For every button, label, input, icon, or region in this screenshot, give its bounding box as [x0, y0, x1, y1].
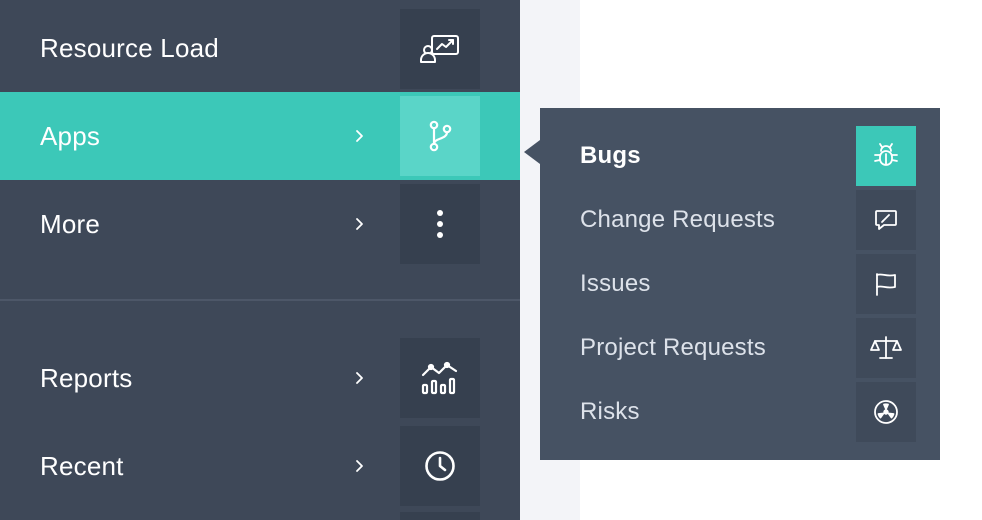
- chevron-right-icon: [352, 334, 368, 422]
- flyout-item-label: Risks: [580, 398, 640, 425]
- apps-flyout-menu: Bugs Change Requests Issues Project Requ…: [540, 108, 940, 460]
- sidebar-item-recent[interactable]: Recent: [0, 422, 520, 510]
- more-vertical-icon: [400, 184, 480, 264]
- resource-load-icon: [400, 9, 480, 89]
- chevron-right-icon: [352, 180, 368, 268]
- reports-chart-icon: [400, 338, 480, 418]
- sidebar-item-resource-load[interactable]: Resource Load: [0, 4, 520, 92]
- branch-icon: [400, 96, 480, 176]
- sidebar-item-more[interactable]: More: [0, 180, 520, 268]
- sidebar-item-label: Resource Load: [40, 33, 219, 63]
- flyout-item-bugs[interactable]: Bugs: [540, 124, 940, 188]
- sidebar: Resource Load Apps More Reports Recent: [0, 0, 520, 520]
- sidebar-item-apps[interactable]: Apps: [0, 92, 520, 180]
- flyout-item-risks[interactable]: Risks: [540, 380, 940, 444]
- flyout-item-project-requests[interactable]: Project Requests: [540, 316, 940, 380]
- radiation-icon: [856, 382, 916, 442]
- sidebar-item-label: Apps: [40, 121, 101, 151]
- bug-icon: [856, 126, 916, 186]
- flyout-item-label: Change Requests: [580, 206, 776, 233]
- sidebar-item-label: Reports: [40, 363, 133, 393]
- scale-icon: [856, 318, 916, 378]
- flyout-pointer: [524, 140, 540, 164]
- sidebar-next-icon-tile: [400, 512, 480, 520]
- chevron-right-icon: [352, 92, 368, 180]
- sidebar-item-label: Recent: [40, 451, 124, 481]
- flyout-item-label: Bugs: [580, 142, 641, 169]
- edit-message-icon: [856, 190, 916, 250]
- clock-icon: [400, 426, 480, 506]
- chevron-right-icon: [352, 422, 368, 510]
- flyout-item-label: Issues: [580, 270, 651, 297]
- sidebar-item-reports[interactable]: Reports: [0, 334, 520, 422]
- sidebar-item-label: More: [40, 209, 101, 239]
- flyout-item-label: Project Requests: [580, 334, 766, 361]
- sidebar-divider: [0, 299, 520, 301]
- flyout-item-issues[interactable]: Issues: [540, 252, 940, 316]
- flag-icon: [856, 254, 916, 314]
- flyout-item-change-requests[interactable]: Change Requests: [540, 188, 940, 252]
